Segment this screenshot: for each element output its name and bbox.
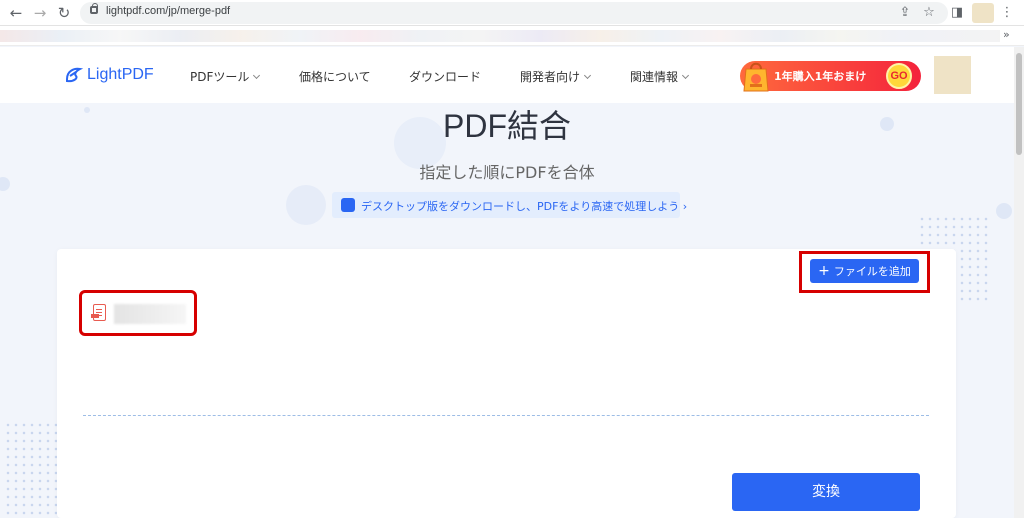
bookmark-star-icon[interactable]: ☆ bbox=[920, 4, 938, 22]
url-text[interactable]: lightpdf.com/jp/merge-pdf bbox=[106, 5, 230, 17]
convert-button[interactable]: 変換 bbox=[732, 473, 920, 511]
nav-label: 関連情報 bbox=[630, 70, 679, 84]
share-icon[interactable]: ⇪ bbox=[896, 4, 914, 22]
nav-label: 開発者向け bbox=[520, 70, 581, 84]
chevron-down-icon bbox=[253, 71, 261, 79]
nav-related-info[interactable]: 関連情報 bbox=[630, 68, 690, 85]
nav-label: 価格について bbox=[299, 70, 371, 84]
side-panel-icon[interactable]: ◨ bbox=[948, 4, 966, 22]
nav-download[interactable]: ダウンロード bbox=[409, 68, 481, 85]
page-title: PDF結合 bbox=[442, 108, 571, 144]
forward-icon[interactable]: → bbox=[30, 3, 50, 23]
promo-text: 1年購入1年おまけ bbox=[774, 70, 867, 83]
nav-label: PDFツール bbox=[190, 70, 250, 84]
scrollbar-thumb[interactable] bbox=[1016, 53, 1022, 155]
desktop-download-banner[interactable]: デスクトップ版をダウンロードし、PDFをより高速で処理しよう › bbox=[332, 192, 687, 218]
decorative-dots bbox=[4, 421, 58, 517]
highlight-box-add-file bbox=[799, 251, 930, 293]
more-bookmarks-icon[interactable]: » bbox=[1003, 28, 1010, 41]
logo-mark-icon bbox=[66, 67, 84, 83]
download-banner-text: デスクトップ版をダウンロードし、PDFをより高速で処理しよう › bbox=[361, 200, 688, 213]
nav-developers[interactable]: 開発者向け bbox=[520, 68, 592, 85]
page-scrollbar[interactable] bbox=[1014, 47, 1024, 518]
lock-icon[interactable] bbox=[90, 3, 98, 14]
decorative-circle bbox=[286, 185, 326, 225]
blurred-bookmarks bbox=[0, 30, 1000, 42]
app-logo-icon bbox=[341, 198, 355, 212]
page-subtitle: 指定した順にPDFを合体 bbox=[419, 163, 595, 182]
reload-icon[interactable]: ↻ bbox=[54, 3, 74, 23]
promo-banner[interactable]: 1年購入1年おまけ GO bbox=[740, 61, 921, 92]
bookmarks-bar: » bbox=[0, 26, 1024, 46]
browser-toolbar: ← → ↻ lightpdf.com/jp/merge-pdf ⇪ ☆ ◨ ⋮ bbox=[0, 0, 1024, 26]
merge-panel: + ファイルを追加 変換 bbox=[57, 249, 956, 518]
profile-avatar[interactable] bbox=[972, 3, 994, 23]
lightpdf-logo[interactable]: LightPDF bbox=[64, 65, 154, 85]
user-avatar[interactable] bbox=[934, 56, 971, 94]
logo-text: LightPDF bbox=[87, 66, 154, 83]
gift-bag-icon bbox=[743, 62, 769, 92]
chevron-down-icon bbox=[681, 71, 690, 79]
dashed-divider bbox=[83, 415, 929, 416]
nav-pdf-tools[interactable]: PDFツール bbox=[190, 68, 261, 85]
highlight-box-file bbox=[79, 290, 197, 336]
chevron-down-icon bbox=[583, 71, 592, 79]
menu-kebab-icon[interactable]: ⋮ bbox=[998, 4, 1016, 22]
promo-go-badge[interactable]: GO bbox=[886, 63, 912, 89]
back-icon[interactable]: ← bbox=[6, 3, 26, 23]
nav-pricing[interactable]: 価格について bbox=[299, 68, 371, 85]
decorative-circle bbox=[996, 203, 1012, 219]
site-header: LightPDF PDFツール 価格について ダウンロード 開発者向け 関連情報… bbox=[0, 47, 1014, 103]
nav-label: ダウンロード bbox=[409, 70, 482, 84]
